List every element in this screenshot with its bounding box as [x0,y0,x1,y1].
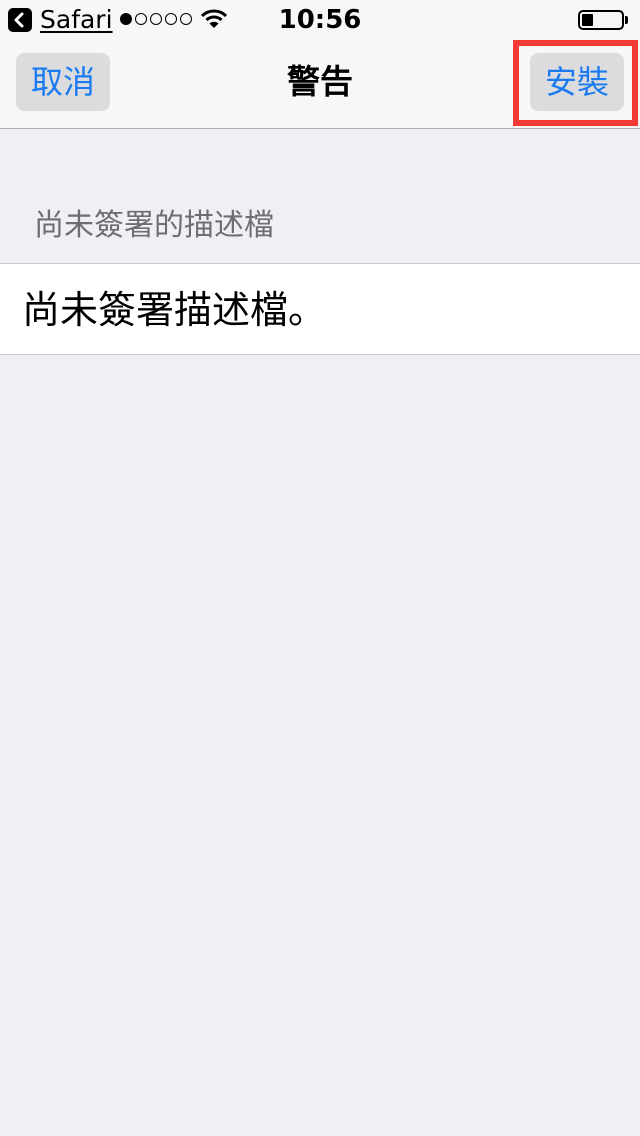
list-item: 尚未簽署描述檔。 [0,263,640,355]
status-time: 10:56 [278,5,362,35]
battery-fill [582,14,593,26]
unsigned-profile-text: 尚未簽署描述檔。 [22,288,327,332]
install-button[interactable]: 安裝 [530,53,624,111]
battery-icon [578,10,624,30]
section-header: 尚未簽署的描述檔 [34,208,274,243]
navigation-bar: 取消 警告 安裝 [0,40,640,129]
battery-nub [625,16,628,24]
status-bar: Safari 10:56 [0,0,640,40]
